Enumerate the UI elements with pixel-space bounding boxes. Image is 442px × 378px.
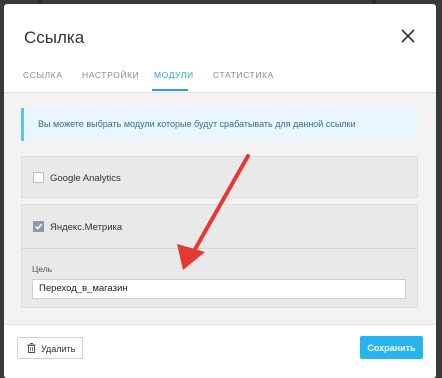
dialog-body: Вы можете выбрать модули которые будут с… [4, 93, 436, 324]
tab-link[interactable]: ССЫЛКА [23, 70, 63, 80]
google-analytics-checkbox[interactable] [33, 172, 44, 183]
goal-input[interactable]: Переход_в_магазин [32, 279, 406, 299]
tab-modules[interactable]: МОДУЛИ [154, 70, 194, 80]
delete-button[interactable]: Удалить [17, 337, 83, 359]
yandex-metrika-checkbox[interactable] [33, 221, 44, 232]
active-tab-indicator [152, 89, 188, 91]
tab-settings[interactable]: НАСТРОЙКИ [82, 70, 139, 80]
module-card-yandex: Яндекс.Метрика Цель Переход_в_магазин [21, 204, 418, 308]
close-icon[interactable] [400, 28, 416, 44]
goal-label: Цель [32, 264, 53, 274]
dialog-footer: Удалить Сохранить [4, 324, 436, 378]
google-analytics-label: Google Analytics [50, 173, 121, 184]
save-button[interactable]: Сохранить [360, 336, 423, 359]
card-divider [22, 248, 417, 249]
tab-statistics[interactable]: СТАТИСТИКА [213, 70, 274, 80]
link-dialog: Ссылка ССЫЛКА НАСТРОЙКИ МОДУЛИ СТАТИСТИК… [4, 4, 436, 378]
info-alert: Вы можете выбрать модули которые будут с… [21, 108, 418, 141]
info-alert-text: Вы можете выбрать модули которые будут с… [38, 119, 356, 129]
tab-bar: ССЫЛКА НАСТРОЙКИ МОДУЛИ СТАТИСТИКА [4, 64, 436, 93]
dialog-header: Ссылка [4, 4, 436, 60]
delete-button-label: Удалить [41, 344, 76, 354]
checkmark-icon [34, 223, 43, 230]
save-button-label: Сохранить [367, 343, 416, 353]
yandex-metrika-label: Яндекс.Метрика [50, 222, 123, 233]
module-card-google: Google Analytics [21, 156, 418, 198]
trash-icon [27, 343, 36, 353]
dialog-title: Ссылка [24, 28, 85, 47]
